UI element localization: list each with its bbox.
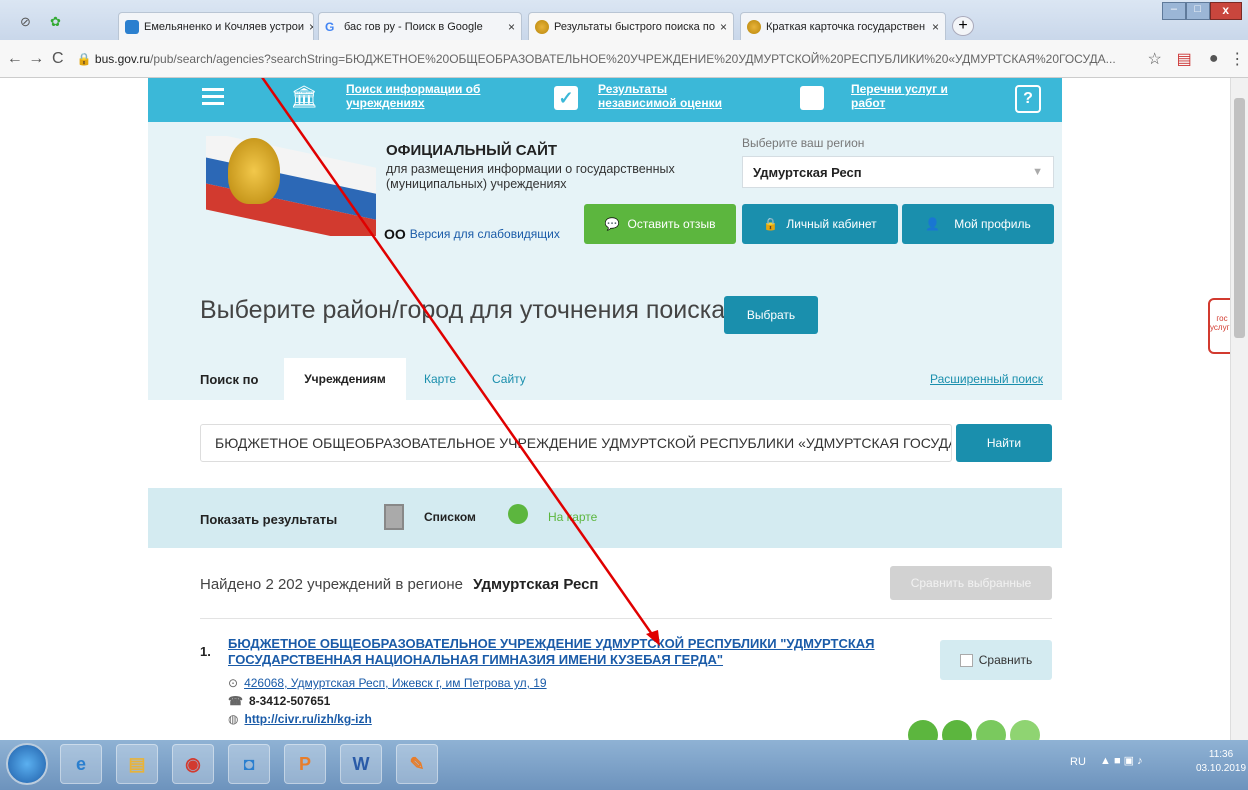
back-icon[interactable]: ← [4,50,26,68]
close-icon[interactable]: × [309,20,313,34]
folder-icon[interactable]: ▤ [116,744,158,784]
tab-4-label: Краткая карточка государствен [766,20,926,33]
lock-icon: 🔒 [76,51,92,66]
google-icon: G [325,19,335,34]
scrollbar[interactable] [1230,78,1248,740]
site-favicon-icon [125,19,139,34]
tab-2[interactable]: G бас гов ру - Поиск в Google × [318,12,522,40]
pdf-extension-icon[interactable]: ▤ [1173,49,1195,69]
clock-time: 11:36 [1208,749,1234,760]
forward-icon[interactable]: → [26,50,48,68]
emblem-icon [535,19,549,34]
minimize-button[interactable]: – [1162,2,1186,20]
window-close-button[interactable]: x [1209,2,1242,20]
tab-2-label: бас гов ру - Поиск в Google [344,20,483,33]
start-button[interactable] [6,743,48,785]
menu-icon[interactable]: ⋮ [1226,49,1248,69]
url-domain: bus.gov.ru [94,51,151,66]
maximize-button[interactable]: □ [1185,2,1210,20]
windows-taskbar: e ▤ ◉ ◘ P W ✎ RU ▲ ■ ▣ ♪ 11:36 03.10.201… [0,740,1248,790]
tab-3-label: Результаты быстрого поиска по [554,20,715,33]
reload-icon[interactable]: C [47,50,69,68]
close-icon[interactable]: × [720,20,727,34]
tab-1-label: Емельяненко и Кочляев устрои [144,20,305,33]
tab-4[interactable]: Краткая карточка государствен × [740,12,946,40]
browser-tab-bar: ⊘ ✿ Емельяненко и Кочляев устрои × G бас… [0,0,1248,40]
url-field[interactable]: 🔒 bus.gov.ru/pub/search/agencies?searchS… [77,52,1134,66]
clock[interactable]: 11:36 03.10.2019 [1196,748,1246,776]
emblem-icon [747,19,761,34]
chrome-icon[interactable]: ◉ [172,744,214,784]
web-page: 🏛 Поиск информации об учреждениях ✓ Резу… [0,78,1230,740]
profile-icon[interactable]: ● [1203,50,1225,68]
tab-3[interactable]: Результаты быстрого поиска по × [528,12,734,40]
tab-1[interactable]: Емельяненко и Кочляев устрои × [118,12,314,40]
language-indicator[interactable]: RU [1070,756,1086,768]
star-icon[interactable]: ☆ [1144,49,1166,69]
url-path: /pub/search/agencies?searchString=БЮДЖЕТ… [150,51,1116,66]
tab-icon-2[interactable]: ✿ [50,14,61,30]
new-tab-button[interactable]: + [952,16,974,36]
red-annotation-arrow [261,78,660,646]
window-controls: – □ x [1162,2,1242,20]
app-icon[interactable]: ◘ [228,744,270,784]
close-icon[interactable]: × [932,20,939,34]
close-icon[interactable]: × [508,20,515,34]
clock-date: 03.10.2019 [1196,763,1247,774]
tray-icons[interactable]: ▲ ■ ▣ ♪ [1100,754,1143,767]
scrollbar-thumb[interactable] [1234,98,1245,338]
tab-icon-1[interactable]: ⊘ [20,14,31,30]
app-icon[interactable]: ✎ [396,744,438,784]
word-icon[interactable]: W [340,744,382,784]
powerpoint-icon[interactable]: P [284,744,326,784]
address-bar: ← → C 🔒 bus.gov.ru/pub/search/agencies?s… [0,40,1248,78]
ie-icon[interactable]: e [60,744,102,784]
